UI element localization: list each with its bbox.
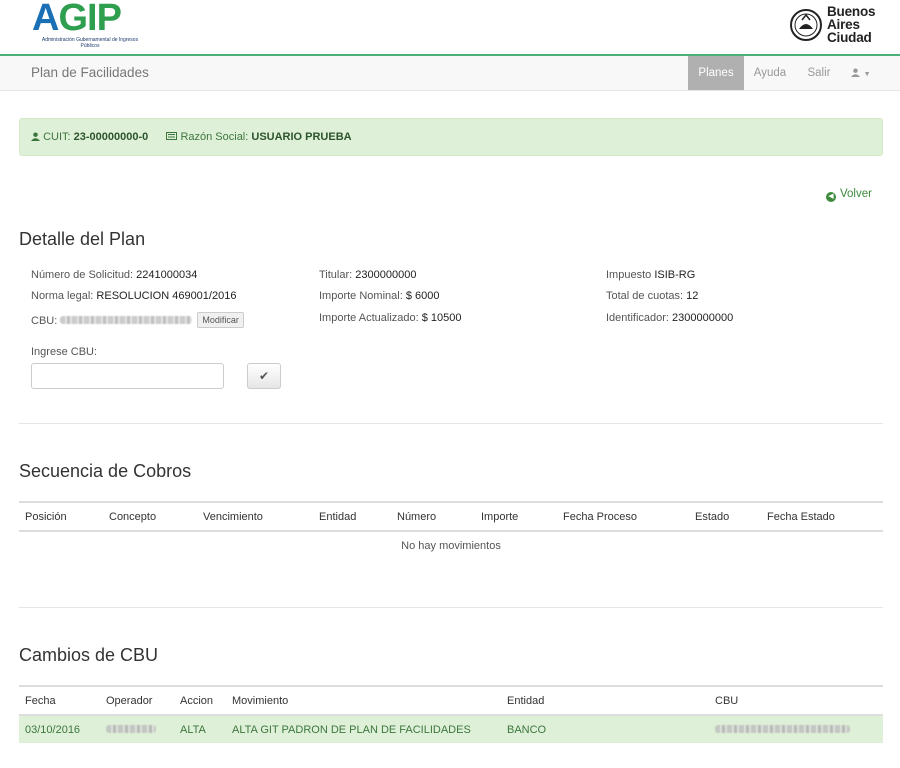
importe-nominal: Importe Nominal: $ 6000 bbox=[319, 290, 439, 302]
cobros-table: Posición Concepto Vencimiento Entidad Nú… bbox=[19, 501, 883, 559]
cell-operador bbox=[100, 715, 174, 743]
checkmark-icon: ✔ bbox=[258, 369, 270, 383]
section-title-cambios: Cambios de CBU bbox=[19, 645, 159, 665]
cbu-header-row: Fecha Operador Accion Movimiento Entidad… bbox=[19, 685, 883, 716]
col-fecha-proceso[interactable]: Fecha Proceso bbox=[557, 501, 689, 532]
identificador-value: 2300000000 bbox=[672, 312, 734, 324]
cell-movimiento: ALTA GIT PADRON DE PLAN DE FACILIDADES bbox=[226, 715, 501, 743]
cbu-input[interactable] bbox=[31, 363, 224, 389]
importe-actualizado-label: Importe Actualizado: bbox=[319, 312, 419, 324]
id-card-icon bbox=[166, 132, 178, 140]
importe-nominal-label: Importe Nominal: bbox=[319, 290, 403, 302]
cuit-label: CUIT: bbox=[43, 131, 71, 143]
importe-actualizado-value: $ 10500 bbox=[421, 312, 462, 324]
col-entidad[interactable]: Entidad bbox=[501, 685, 709, 716]
navbar: Plan de Facilidades Planes Ayuda Salir ▼ bbox=[0, 56, 900, 91]
cell-accion: ALTA bbox=[174, 715, 226, 743]
col-numero[interactable]: Número bbox=[391, 501, 475, 532]
table-row: No hay movimientos bbox=[19, 531, 883, 559]
col-concepto[interactable]: Concepto bbox=[103, 501, 197, 532]
chevron-left-circle-icon: ◀ bbox=[826, 192, 836, 202]
titular-value: 2300000000 bbox=[355, 269, 417, 281]
cell-entidad: BANCO bbox=[501, 715, 709, 743]
titular: Titular: 2300000000 bbox=[319, 269, 416, 281]
cuit-value: 23-00000000-0 bbox=[73, 131, 149, 143]
col-cbu[interactable]: CBU bbox=[709, 685, 883, 716]
user-menu-dropdown[interactable]: ▼ bbox=[846, 56, 876, 90]
col-estado[interactable]: Estado bbox=[689, 501, 761, 532]
city-seal-icon bbox=[790, 9, 822, 41]
numero-solicitud-value: 2241000034 bbox=[136, 269, 198, 281]
col-vencimiento[interactable]: Vencimiento bbox=[197, 501, 313, 532]
nav-salir[interactable]: Salir bbox=[800, 56, 838, 90]
section-divider bbox=[19, 607, 883, 608]
nav-planes[interactable]: Planes bbox=[688, 56, 744, 90]
col-posicion[interactable]: Posición bbox=[19, 501, 103, 532]
cbu-row: CBU: Modificar bbox=[31, 312, 244, 328]
col-fecha[interactable]: Fecha bbox=[19, 685, 100, 716]
volver-label: Volver bbox=[840, 188, 872, 200]
total-cuotas-label: Total de cuotas: bbox=[606, 290, 684, 302]
importe-actualizado: Importe Actualizado: $ 10500 bbox=[319, 312, 462, 324]
cell-cbu bbox=[709, 715, 883, 743]
cobros-header-row: Posición Concepto Vencimiento Entidad Nú… bbox=[19, 501, 883, 532]
navbar-brand[interactable]: Plan de Facilidades bbox=[31, 65, 149, 80]
section-title-detalle: Detalle del Plan bbox=[19, 229, 146, 249]
numero-solicitud: Número de Solicitud: 2241000034 bbox=[31, 269, 197, 281]
cbu-value-redacted bbox=[60, 316, 193, 324]
nav-ayuda[interactable]: Ayuda bbox=[748, 56, 792, 90]
empty-message: No hay movimientos bbox=[401, 539, 501, 552]
top-header: AGIP Administración Gubernamental de Ing… bbox=[0, 0, 900, 54]
impuesto-value: ISIB-RG bbox=[654, 269, 696, 281]
confirm-cbu-button[interactable]: ✔ bbox=[247, 363, 281, 389]
modificar-button[interactable]: Modificar bbox=[197, 312, 244, 328]
identificador-label: Identificador: bbox=[606, 312, 669, 324]
table-row[interactable]: 03/10/2016 ALTA ALTA GIT PADRON DE PLAN … bbox=[19, 715, 883, 743]
taxpayer-info-bar: CUIT: 23-00000000-0 Razón Social: USUARI… bbox=[19, 118, 883, 156]
agip-logo-wordmark: AGIP bbox=[32, 0, 122, 39]
razon-social-value: USUARIO PRUEBA bbox=[251, 131, 352, 143]
col-movimiento[interactable]: Movimiento bbox=[226, 685, 501, 716]
col-importe[interactable]: Importe bbox=[475, 501, 557, 532]
norma-legal: Norma legal: RESOLUCION 469001/2016 bbox=[31, 290, 236, 302]
col-entidad[interactable]: Entidad bbox=[313, 501, 391, 532]
cbu-label: CBU: bbox=[31, 315, 58, 327]
cbu-changes-table: Fecha Operador Accion Movimiento Entidad… bbox=[19, 685, 883, 743]
operador-redacted bbox=[106, 724, 156, 733]
col-fecha-estado[interactable]: Fecha Estado bbox=[761, 501, 883, 532]
impuesto: Impuesto ISIB-RG bbox=[606, 269, 695, 281]
section-divider bbox=[19, 423, 883, 424]
norma-legal-label: Norma legal: bbox=[31, 290, 94, 302]
ingrese-cbu-label: Ingrese CBU: bbox=[31, 346, 98, 358]
numero-solicitud-label: Número de Solicitud: bbox=[31, 269, 134, 281]
identificador: Identificador: 2300000000 bbox=[606, 312, 733, 324]
agip-logo-subtitle: Administración Gubernamental de Ingresos… bbox=[41, 37, 139, 49]
section-title-secuencia: Secuencia de Cobros bbox=[19, 461, 192, 481]
user-icon bbox=[851, 68, 861, 77]
importe-nominal-value: $ 6000 bbox=[405, 290, 440, 302]
norma-legal-value: RESOLUCION 469001/2016 bbox=[96, 290, 237, 302]
col-operador[interactable]: Operador bbox=[100, 685, 174, 716]
total-cuotas-value: 12 bbox=[686, 290, 699, 302]
col-accion[interactable]: Accion bbox=[174, 685, 226, 716]
agip-logo[interactable]: AGIP Administración Gubernamental de Ing… bbox=[32, 0, 142, 52]
caret-down-icon: ▼ bbox=[863, 71, 871, 78]
total-cuotas: Total de cuotas: 12 bbox=[606, 290, 698, 302]
user-icon bbox=[31, 132, 40, 141]
volver-link[interactable]: ◀ Volver bbox=[826, 188, 872, 202]
cbu-redacted bbox=[715, 724, 850, 733]
buenos-aires-wordmark: Buenos Aires Ciudad bbox=[827, 5, 876, 45]
cell-fecha: 03/10/2016 bbox=[19, 715, 100, 743]
ba-line-3: Ciudad bbox=[827, 30, 872, 45]
impuesto-label: Impuesto bbox=[606, 269, 652, 281]
razon-social-label: Razón Social: bbox=[180, 131, 249, 143]
buenos-aires-logo[interactable]: Buenos Aires Ciudad bbox=[790, 5, 890, 49]
titular-label: Titular: bbox=[319, 269, 353, 281]
